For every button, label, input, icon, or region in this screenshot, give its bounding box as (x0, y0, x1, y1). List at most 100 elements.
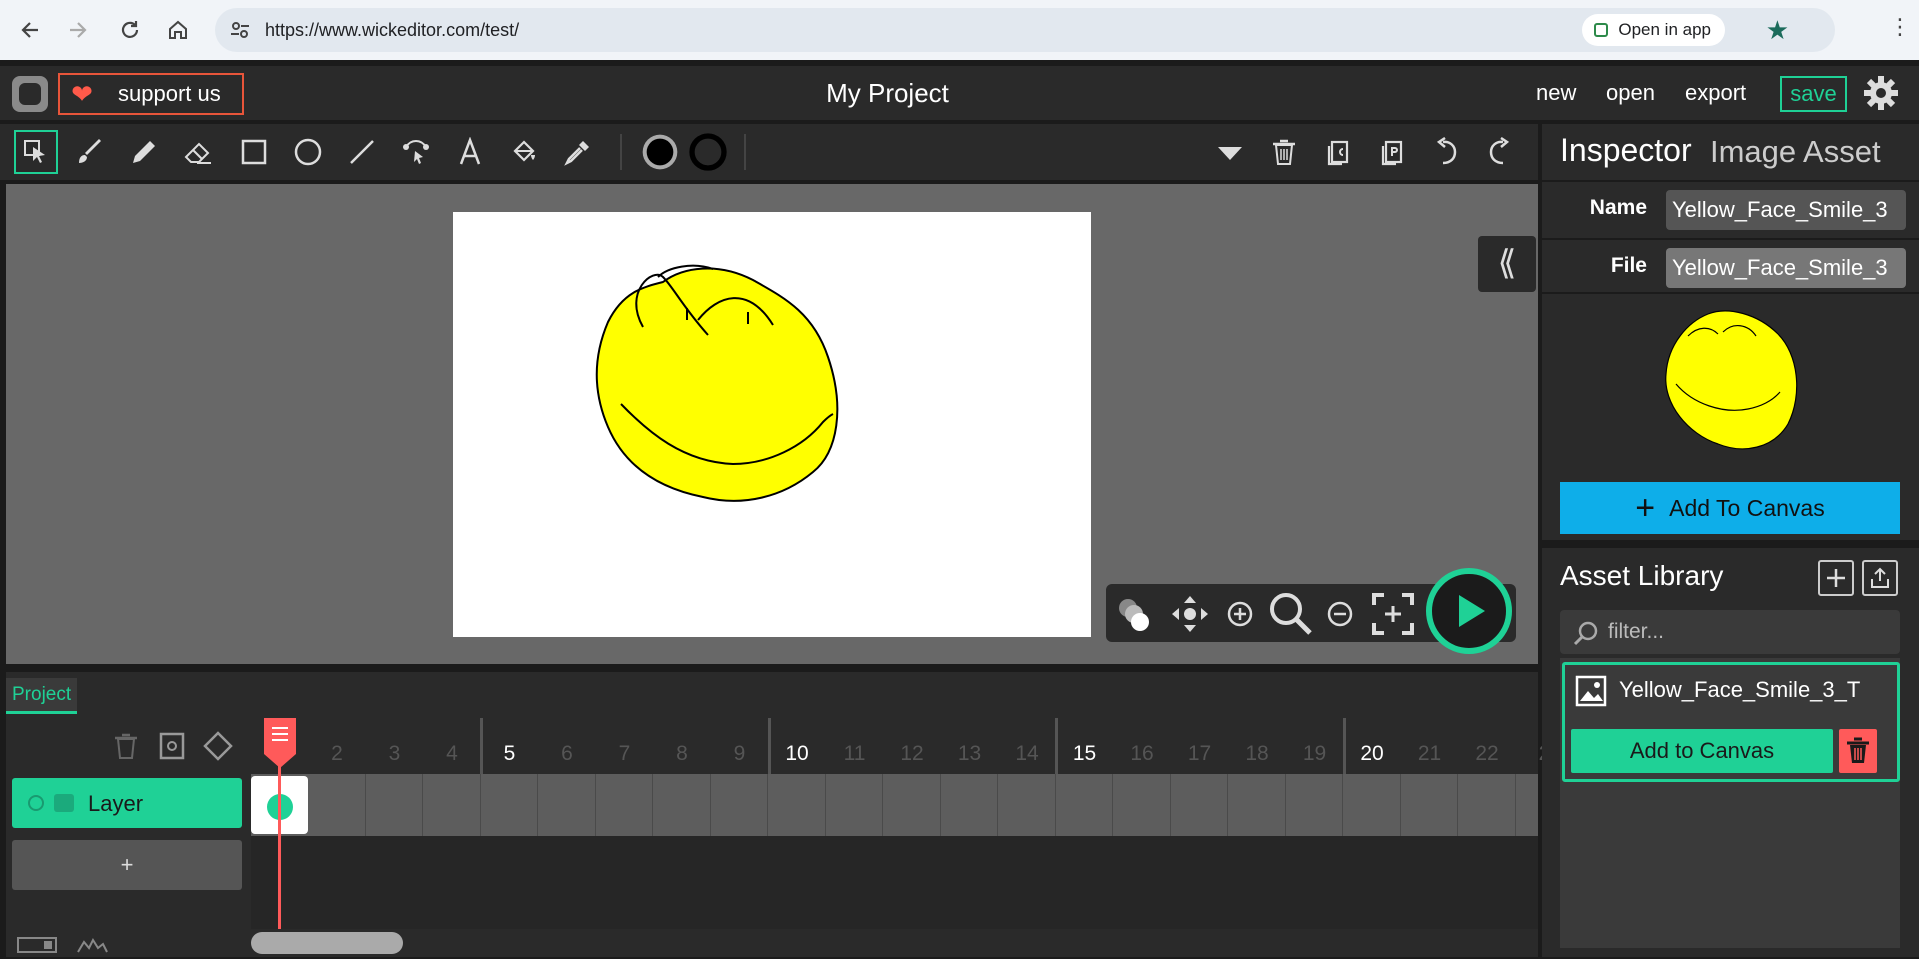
rectangle-tool-button[interactable] (232, 130, 276, 174)
zoom-in-small-button[interactable] (1220, 594, 1260, 634)
frame-ruler[interactable]: 23456789101112131415161718192021222 (251, 718, 1550, 774)
paste-button[interactable] (1370, 130, 1414, 174)
frame-cell[interactable] (1401, 774, 1458, 836)
fill-bucket-tool-button[interactable] (502, 130, 546, 174)
export-button[interactable]: export (1685, 80, 1746, 106)
frame-cell[interactable] (539, 774, 596, 836)
frame-number[interactable]: 10 (769, 742, 826, 766)
save-button[interactable]: save (1780, 76, 1847, 112)
add-tween-button[interactable] (154, 728, 190, 764)
eraser-tool-button[interactable] (176, 130, 220, 174)
playhead[interactable] (262, 718, 298, 770)
export-asset-button[interactable] (1862, 560, 1898, 596)
frame-cell[interactable] (596, 774, 653, 836)
frame-number[interactable]: 6 (539, 742, 596, 766)
project-title[interactable]: My Project (0, 78, 1775, 109)
frame-number[interactable]: 16 (1114, 742, 1171, 766)
ellipse-tool-button[interactable] (286, 130, 330, 174)
canvas-area[interactable]: ⟪ (6, 184, 1538, 664)
fill-color-swatch[interactable] (638, 130, 682, 174)
add-to-canvas-button[interactable]: + Add To Canvas (1560, 482, 1900, 534)
forward-icon[interactable] (62, 14, 94, 46)
frame-number[interactable]: 11 (826, 742, 883, 766)
open-button[interactable]: open (1606, 80, 1655, 106)
asset-filter-input[interactable]: filter... (1560, 610, 1900, 654)
tab-project[interactable]: Project (6, 678, 78, 714)
frame-cell[interactable] (769, 774, 826, 836)
frame-cell[interactable] (1286, 774, 1343, 836)
frame-number[interactable]: 19 (1286, 742, 1343, 766)
frame-cell[interactable] (826, 774, 883, 836)
eyedropper-tool-button[interactable] (556, 130, 600, 174)
frame-cell[interactable] (309, 774, 366, 836)
frame-number[interactable]: 2 (309, 742, 366, 766)
file-field[interactable]: Yellow_Face_Smile_3 (1666, 248, 1906, 288)
add-layer-button[interactable]: + (12, 840, 242, 890)
zoom-button[interactable] (1266, 593, 1316, 635)
frame-number[interactable]: 4 (424, 742, 481, 766)
name-field[interactable]: Yellow_Face_Smile_3 (1666, 190, 1906, 230)
frame-number[interactable]: 22 (1459, 742, 1516, 766)
frame-cell[interactable] (1114, 774, 1171, 836)
asset-add-to-canvas-button[interactable]: Add to Canvas (1571, 729, 1833, 773)
collapse-panel-button[interactable]: ⟪ (1478, 236, 1536, 292)
frame-cell[interactable] (654, 774, 711, 836)
copy-button[interactable] (1316, 130, 1360, 174)
layer-frames-row[interactable] (251, 774, 1573, 836)
cursor-tool-button[interactable] (14, 130, 58, 174)
play-button[interactable] (1426, 568, 1512, 654)
frame-number[interactable]: 7 (596, 742, 653, 766)
delete-layer-button[interactable] (108, 728, 144, 764)
zoom-out-button[interactable] (1320, 594, 1360, 634)
browser-menu-icon[interactable]: ⋮ (1889, 14, 1911, 40)
yellow-smiley-face[interactable] (453, 212, 1091, 637)
frame-number[interactable]: 12 (884, 742, 941, 766)
redo-button[interactable] (1478, 130, 1522, 174)
pan-button[interactable] (1170, 594, 1210, 634)
settings-gear-icon[interactable] (1862, 74, 1900, 112)
asset-delete-button[interactable] (1839, 729, 1877, 773)
asset-list-item[interactable]: Yellow_Face_Smile_3_T Add to Canvas (1562, 662, 1900, 782)
frame-number[interactable]: 18 (1229, 742, 1286, 766)
fit-to-screen-button[interactable] (1368, 593, 1418, 635)
url-text[interactable]: https://www.wickeditor.com/test/ (265, 20, 519, 41)
pencil-tool-button[interactable] (122, 130, 166, 174)
frame-cell[interactable] (481, 774, 538, 836)
frame-number[interactable]: 3 (366, 742, 423, 766)
frame-number[interactable]: 13 (941, 742, 998, 766)
new-button[interactable]: new (1536, 80, 1576, 106)
frame-cell[interactable] (1171, 774, 1228, 836)
bookmark-star-icon[interactable]: ★ (1766, 16, 1789, 44)
site-info-icon[interactable] (229, 19, 251, 41)
delete-button[interactable] (1262, 130, 1306, 174)
frame-number[interactable]: 8 (654, 742, 711, 766)
reload-icon[interactable] (114, 14, 146, 46)
frame-number[interactable]: 9 (711, 742, 768, 766)
back-icon[interactable] (14, 14, 46, 46)
frame-cell[interactable] (1459, 774, 1516, 836)
frame-number[interactable]: 5 (481, 742, 538, 766)
frame-cell[interactable] (1229, 774, 1286, 836)
stage-canvas[interactable] (453, 212, 1091, 637)
more-dropdown-button[interactable] (1208, 130, 1252, 174)
frame-number[interactable]: 21 (1401, 742, 1458, 766)
onion-skin-button[interactable] (1114, 594, 1154, 634)
frame-cell[interactable] (711, 774, 768, 836)
frame-cell[interactable] (884, 774, 941, 836)
path-tool-button[interactable] (394, 130, 438, 174)
frame-number[interactable]: 15 (1056, 742, 1113, 766)
frame-cell[interactable] (1344, 774, 1401, 836)
layer-row[interactable]: Layer (12, 778, 242, 828)
timeline-scrollbar[interactable] (251, 932, 403, 954)
frame-number[interactable]: 14 (999, 742, 1056, 766)
stroke-color-swatch[interactable] (686, 130, 730, 174)
brush-tool-button[interactable] (68, 130, 112, 174)
text-tool-button[interactable] (448, 130, 492, 174)
add-keyframe-button[interactable] (200, 728, 236, 764)
frame-number[interactable]: 17 (1171, 742, 1228, 766)
address-bar[interactable]: https://www.wickeditor.com/test/ Open in… (215, 8, 1835, 52)
frame-number[interactable]: 20 (1344, 742, 1401, 766)
home-icon[interactable] (162, 14, 194, 46)
lock-icon[interactable] (54, 794, 74, 812)
frame-cell[interactable] (941, 774, 998, 836)
